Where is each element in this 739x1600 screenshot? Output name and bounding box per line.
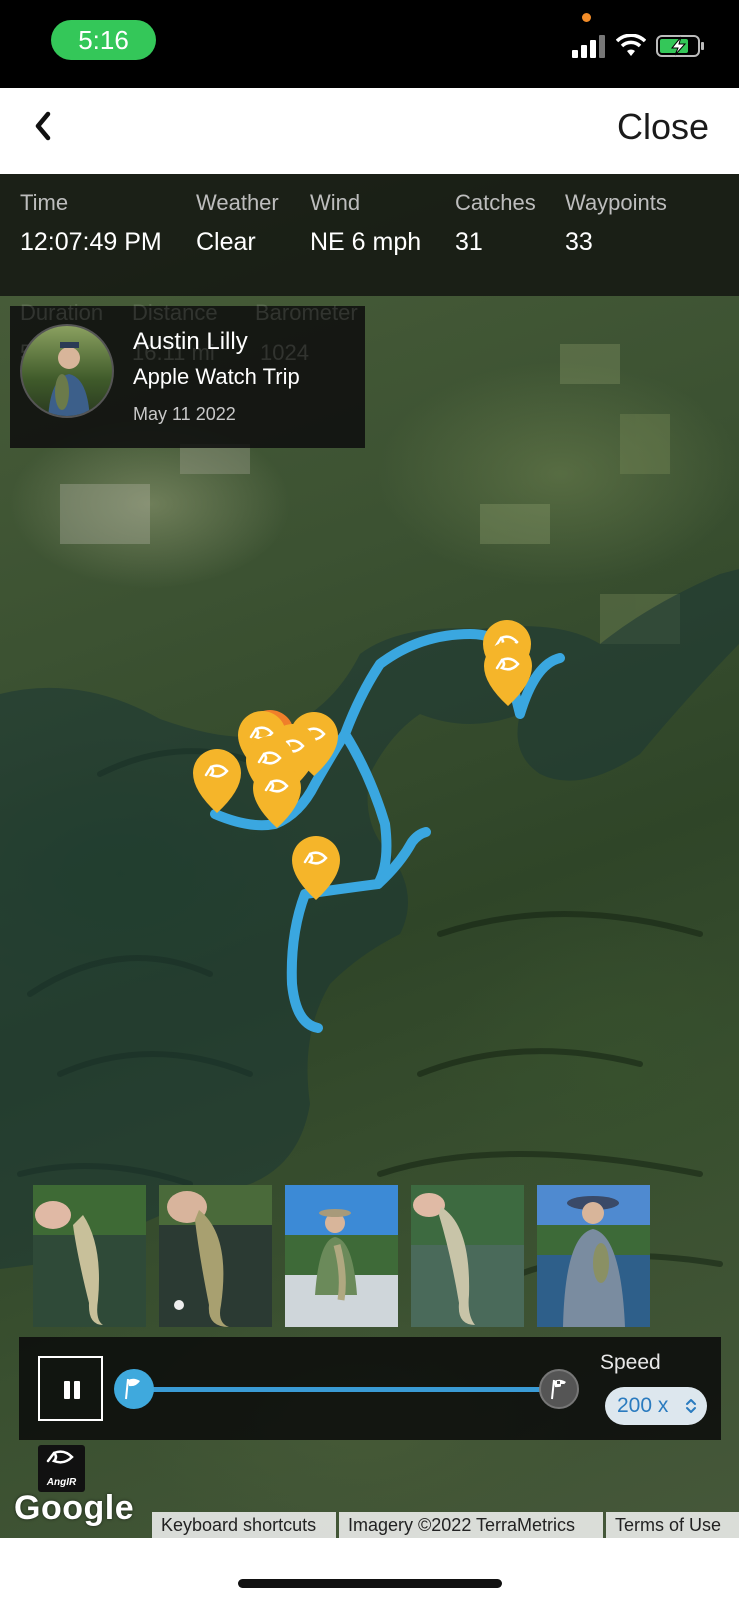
trip-stats-bar: Time 12:07:49 PM Weather Clear Wind NE 6…: [0, 174, 739, 296]
stat-time: Time 12:07:49 PM: [20, 190, 162, 257]
angler-name: Austin Lilly: [133, 328, 248, 355]
stat-value: NE 6 mph: [310, 228, 422, 256]
home-indicator[interactable]: [238, 1579, 502, 1588]
cellular-signal-icon: [572, 34, 606, 58]
pause-button[interactable]: [38, 1356, 103, 1421]
stat-value: 12:07:49 PM: [20, 228, 162, 256]
privacy-indicator-dot: [582, 13, 591, 22]
close-button[interactable]: Close: [617, 106, 709, 148]
trip-title: Apple Watch Trip: [133, 364, 300, 389]
terms-of-use-link[interactable]: Terms of Use: [606, 1512, 739, 1538]
ghost-stat-label: Barometer: [255, 300, 358, 325]
stat-label: Weather: [196, 190, 279, 215]
catch-photo-strip: [33, 1185, 673, 1327]
fish-logo-icon: [46, 1450, 74, 1464]
up-down-chevron-icon: [686, 1399, 696, 1413]
stat-weather: Weather Clear: [196, 190, 279, 257]
stat-wind: Wind NE 6 mph: [310, 190, 421, 257]
start-flag-icon: [125, 1378, 140, 1400]
catch-photo[interactable]: [33, 1185, 146, 1327]
status-time: 5:16: [51, 20, 156, 60]
battery-charging-icon: [656, 35, 704, 57]
stat-label: Catches: [455, 190, 536, 215]
start-flag-knob[interactable]: [114, 1369, 154, 1409]
ghost-stat-label: Distance: [132, 300, 218, 325]
status-bar: 5:16: [0, 0, 739, 88]
trip-date: May 11 2022: [133, 404, 236, 424]
catch-pin[interactable]: [191, 747, 243, 815]
playback-track-slider[interactable]: [131, 1387, 561, 1392]
finish-flag-knob[interactable]: [539, 1369, 579, 1409]
stat-value: 33: [565, 228, 593, 256]
back-chevron-icon[interactable]: [28, 106, 58, 146]
wifi-icon: [616, 34, 646, 56]
imagery-attribution: Imagery ©2022 TerraMetrics: [339, 1512, 603, 1538]
catch-photo[interactable]: [537, 1185, 650, 1327]
stat-waypoints: Waypoints 33: [565, 190, 667, 257]
stat-catches: Catches 31: [455, 190, 536, 257]
stat-label: Wind: [310, 190, 361, 215]
catch-pin[interactable]: [482, 640, 534, 708]
catch-photo[interactable]: [159, 1185, 272, 1327]
angler-avatar: [20, 324, 114, 418]
catch-photo[interactable]: [411, 1185, 524, 1327]
ghost-stat-value: 1024: [260, 340, 309, 365]
catch-photo[interactable]: [285, 1185, 398, 1327]
catch-pin[interactable]: [290, 834, 342, 902]
angir-logo-text: AngIR: [46, 1477, 77, 1488]
stat-label: Time: [20, 190, 69, 215]
catch-pin[interactable]: [251, 762, 303, 830]
angir-logo: AngIR: [38, 1445, 85, 1492]
stat-value: Clear: [196, 228, 256, 256]
trip-info-card[interactable]: Duration Distance Barometer 5:05 16.11 m…: [10, 300, 365, 448]
keyboard-shortcuts-link[interactable]: Keyboard shortcuts: [152, 1512, 336, 1538]
playback-panel: Speed 200 x: [19, 1337, 721, 1440]
google-logo: Google: [14, 1489, 135, 1527]
header: Close: [0, 88, 739, 174]
home-indicator-area: [0, 1538, 739, 1600]
speed-value: 200 x: [617, 1394, 669, 1417]
ghost-stat-label: Duration: [20, 300, 104, 325]
stat-label: Waypoints: [565, 190, 667, 215]
stat-value: 31: [455, 228, 483, 256]
speed-select[interactable]: 200 x: [605, 1387, 707, 1425]
speed-label: Speed: [600, 1351, 661, 1374]
checkered-flag-icon: [551, 1379, 566, 1400]
